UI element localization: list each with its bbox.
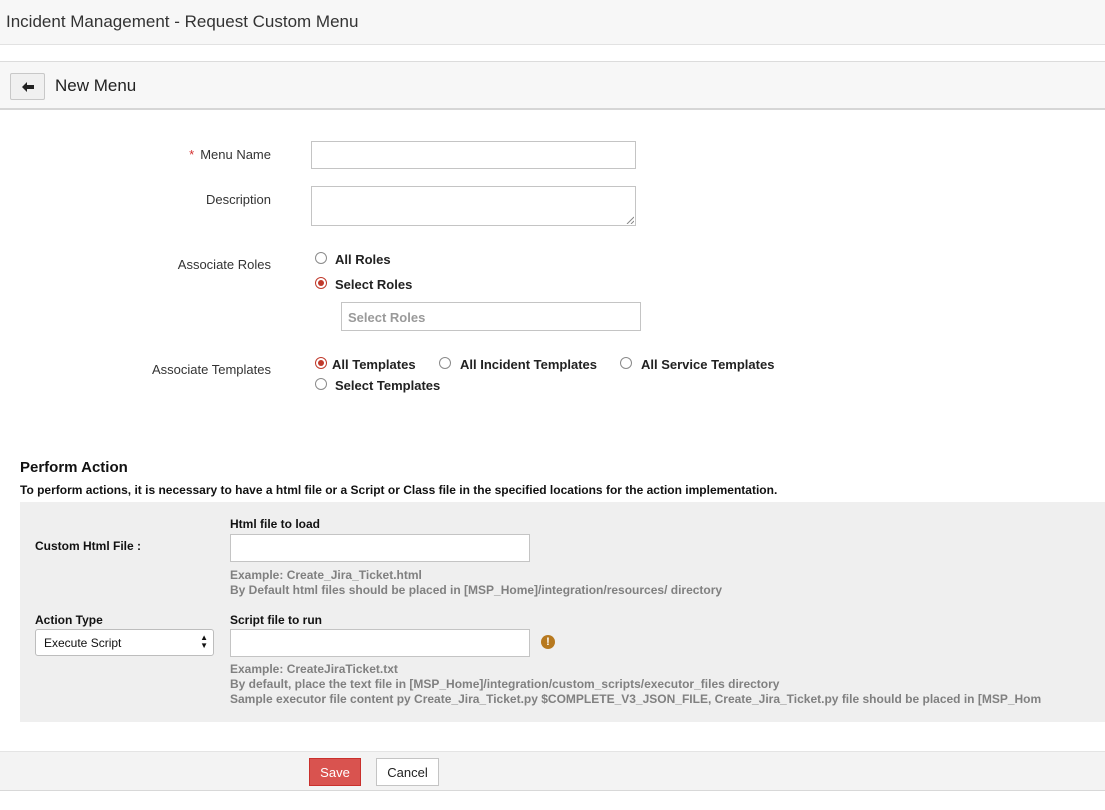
resize-grip-icon[interactable] — [626, 216, 634, 224]
radio-select-templates[interactable] — [315, 378, 327, 390]
script-example-hint: Example: CreateJiraTicket.txt — [230, 662, 398, 676]
app-header: Incident Management - Request Custom Men… — [0, 0, 1105, 45]
radio-label-select-templates: Select Templates — [335, 378, 441, 393]
select-arrows-icon: ▲ ▼ — [200, 633, 208, 650]
radio-label-select-roles: Select Roles — [335, 277, 413, 292]
description-textarea[interactable] — [311, 186, 636, 226]
footer-bar: Save Cancel — [0, 751, 1105, 791]
arrow-left-icon — [21, 81, 34, 92]
page-header: New Menu — [0, 61, 1105, 110]
page-title: New Menu — [55, 76, 137, 95]
perform-action-note: To perform actions, it is necessary to h… — [20, 483, 778, 497]
action-type-label: Action Type — [35, 613, 103, 627]
action-type-value: Execute Script — [44, 636, 122, 650]
perform-action-panel: Custom Html File : Html file to load Exa… — [20, 502, 1105, 722]
custom-html-label: Custom Html File : — [35, 539, 142, 553]
back-button[interactable] — [10, 73, 45, 100]
radio-label-all-roles: All Roles — [335, 252, 391, 267]
html-file-input[interactable] — [230, 534, 530, 562]
roles-placeholder: Select Roles — [348, 310, 426, 325]
roles-select-input[interactable]: Select Roles — [341, 302, 641, 331]
perform-action-title: Perform Action — [20, 459, 128, 476]
radio-label-all-incident-templates: All Incident Templates — [460, 357, 598, 372]
save-button[interactable]: Save — [309, 758, 361, 786]
html-file-field-label: Html file to load — [230, 517, 320, 531]
associate-templates-label: Associate Templates — [152, 362, 271, 377]
script-file-field-label: Script file to run — [230, 613, 323, 627]
app-title: Incident Management - Request Custom Men… — [6, 12, 359, 31]
radio-all-roles[interactable] — [315, 252, 327, 264]
radio-select-roles[interactable] — [315, 277, 327, 289]
menu-name-label: * Menu Name — [189, 147, 271, 162]
script-location-hint: By default, place the text file in [MSP_… — [230, 677, 780, 691]
html-location-hint: By Default html files should be placed i… — [230, 583, 723, 597]
menu-name-input[interactable] — [311, 141, 636, 169]
radio-label-all-service-templates: All Service Templates — [641, 357, 775, 372]
associate-roles-label: Associate Roles — [177, 257, 271, 272]
action-type-select[interactable]: Execute Script ▲ ▼ — [35, 629, 214, 656]
script-sample-hint: Sample executor file content py Create_J… — [230, 692, 1042, 706]
description-label: Description — [205, 192, 271, 207]
cancel-button[interactable]: Cancel — [376, 758, 439, 786]
html-example-hint: Example: Create_Jira_Ticket.html — [230, 568, 422, 582]
radio-all-templates[interactable] — [315, 357, 327, 369]
radio-all-incident-templates[interactable] — [439, 357, 451, 369]
required-marker: * — [189, 147, 195, 162]
radio-label-all-templates: All Templates — [332, 357, 416, 372]
exclamation-circle-icon[interactable]: ! — [541, 635, 555, 649]
script-file-input[interactable] — [230, 629, 530, 657]
radio-all-service-templates[interactable] — [620, 357, 632, 369]
